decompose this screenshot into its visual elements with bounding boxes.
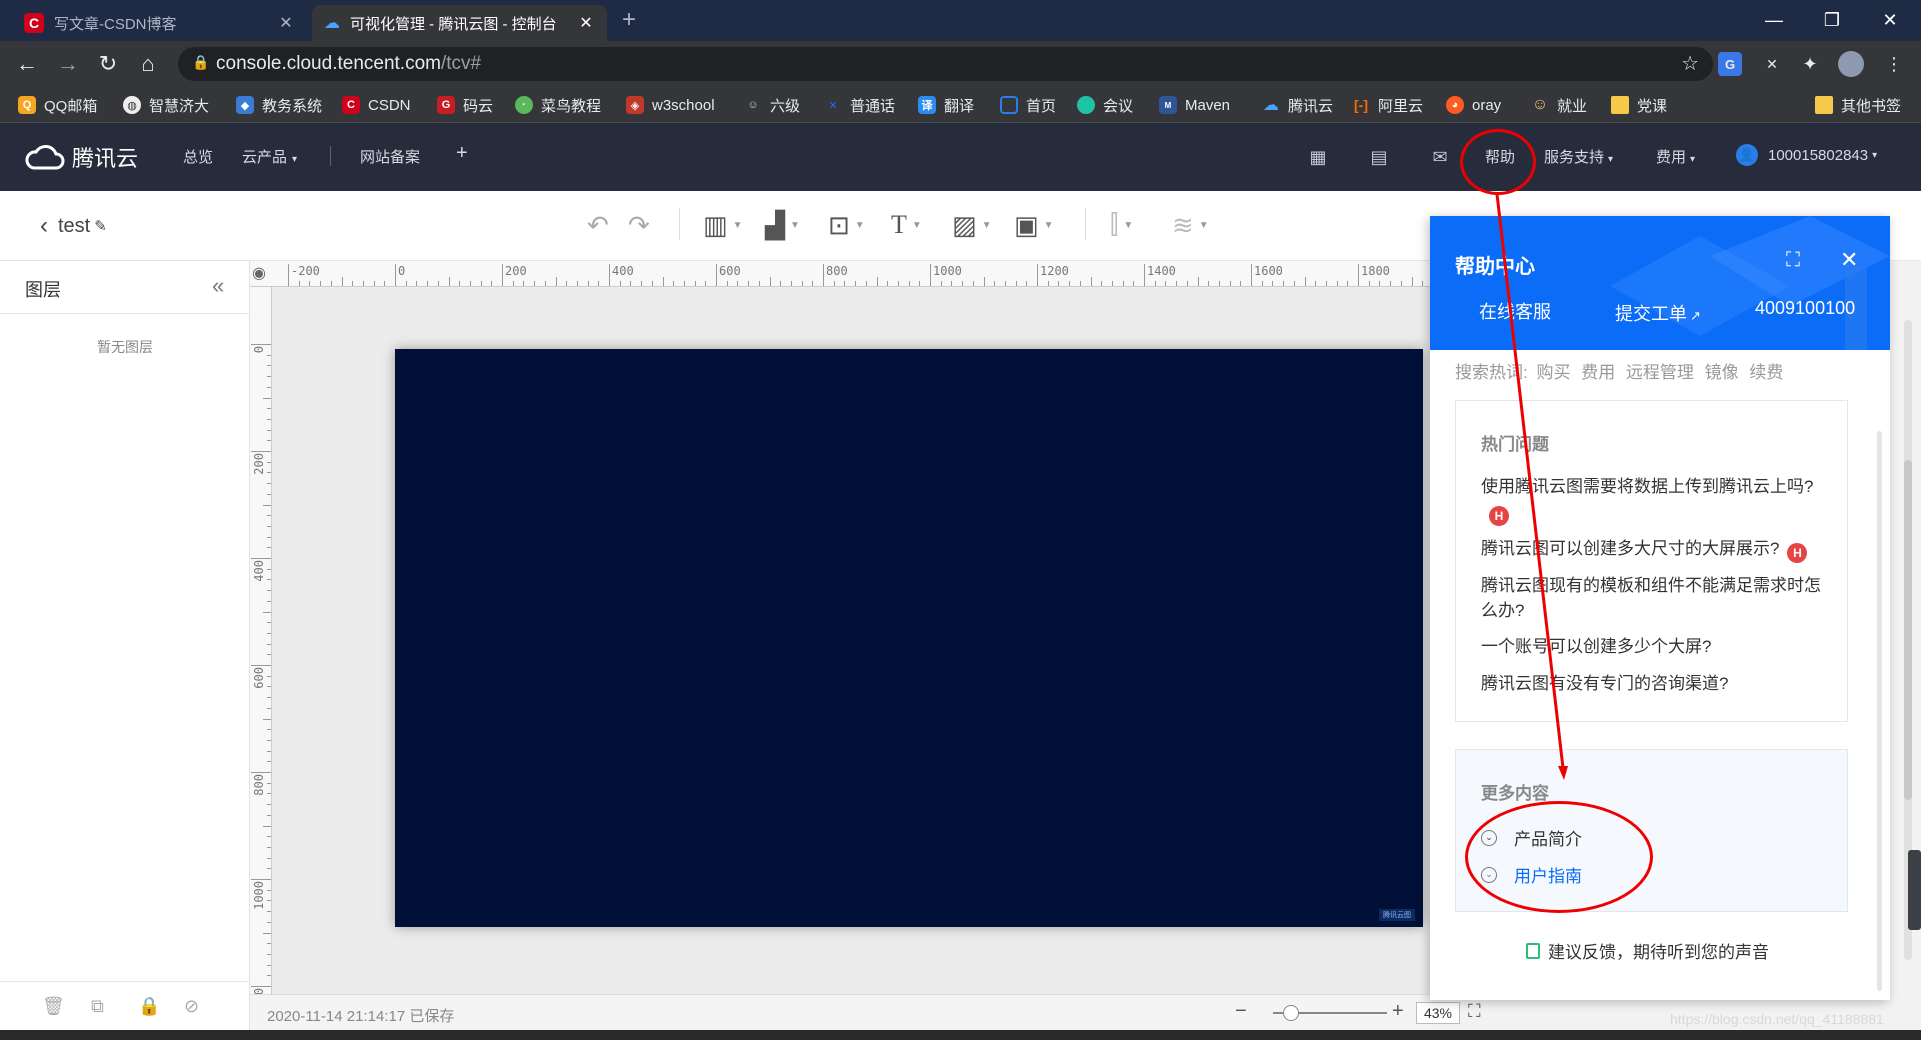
taskbar — [0, 1030, 1921, 1040]
annotation-arrow — [1495, 193, 1568, 780]
watermark-text: https://blog.csdn.net/qq_41188881 — [1670, 1011, 1884, 1027]
